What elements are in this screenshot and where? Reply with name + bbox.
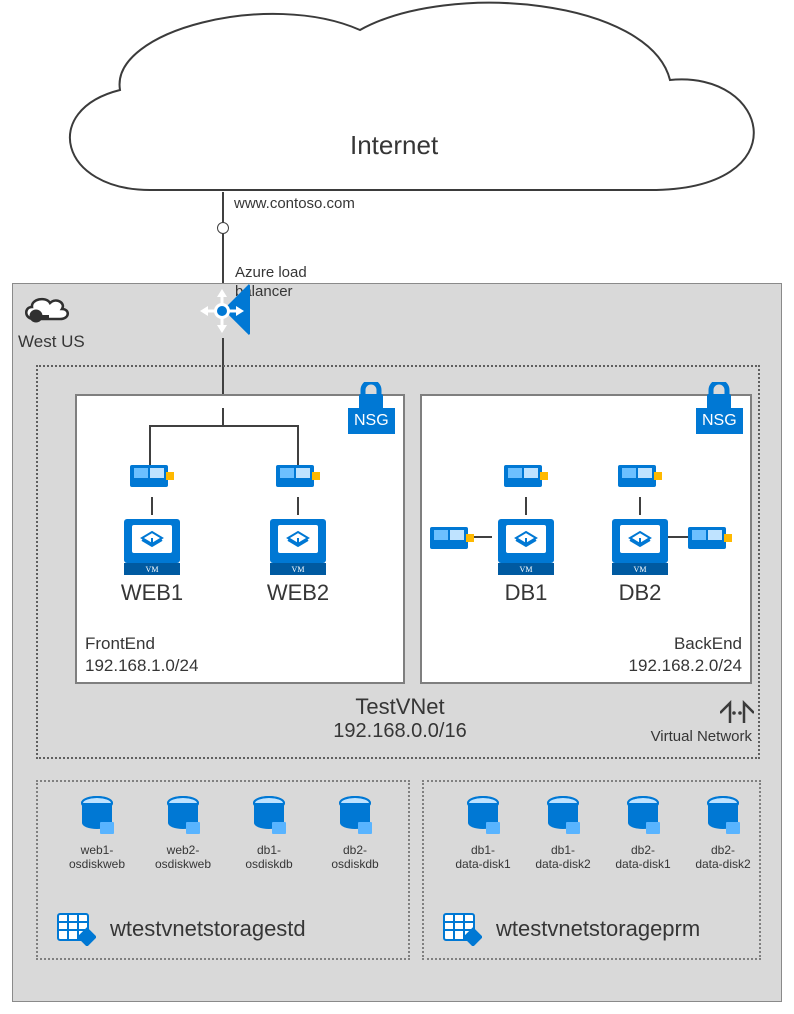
vnet-label: Virtual Network: [651, 728, 752, 745]
storage-std-disks: web1-osdiskweb web2-osdiskweb db1-osdiskdb…: [62, 796, 390, 872]
disk-item: web1-osdiskweb: [62, 796, 132, 872]
vnet-name: TestVNet: [290, 694, 510, 720]
storage-prm-disks: db1-data-disk1 db1-data-disk2 db2-data-dis…: [448, 796, 758, 872]
disk-item: db1-osdiskdb: [234, 796, 304, 872]
storage-std-box: web1-osdiskweb web2-osdiskweb db1-osdiskdb…: [36, 780, 410, 960]
disk-icon: [706, 796, 740, 836]
cloud-label: Internet: [350, 130, 438, 161]
svg-text:VM: VM: [146, 565, 159, 574]
subnet-back-cidr: 192.168.2.0/24: [629, 656, 742, 676]
nic-icon: [430, 524, 474, 552]
connector-cloud-lb: [222, 192, 224, 287]
cloud-icon: [30, 0, 770, 240]
svg-text:VM: VM: [520, 565, 533, 574]
storage-prm-name: wtestvnetstorageprm: [496, 916, 700, 942]
svg-text:VM: VM: [634, 565, 647, 574]
vm-label: WEB1: [112, 580, 192, 606]
vnet-icon: [720, 700, 754, 726]
nsg-label: NSG: [696, 408, 743, 434]
disk-icon: [252, 796, 286, 836]
nsg-backend: NSG: [696, 382, 743, 434]
storage-prm-footer: wtestvnetstorageprm: [442, 912, 700, 946]
vm-web2: VM WEB2: [258, 462, 338, 606]
disk-label: db1-osdiskdb: [234, 843, 304, 872]
disk-label: db2-data-disk1: [608, 843, 678, 872]
domain-label: www.contoso.com: [234, 195, 355, 212]
vm-icon: VM: [124, 519, 180, 575]
disk-label: web1-osdiskweb: [62, 843, 132, 872]
lock-icon: [356, 382, 386, 410]
storage-std-name: wtestvnetstoragestd: [110, 916, 306, 942]
storage-std-footer: wtestvnetstoragestd: [56, 912, 306, 946]
lock-icon: [704, 382, 734, 410]
disk-label: db2-osdiskdb: [320, 843, 390, 872]
loadbalancer-icon: [194, 283, 250, 339]
region-label: West US: [18, 332, 85, 352]
vm-icon: VM: [612, 519, 668, 575]
nsg-label: NSG: [348, 408, 395, 434]
disk-icon: [546, 796, 580, 836]
vm-icon: VM: [498, 519, 554, 575]
public-ip-dot: [217, 222, 229, 234]
nic-icon: [130, 462, 174, 490]
svg-text:VM: VM: [292, 565, 305, 574]
subnet-front-cidr: 192.168.1.0/24: [85, 656, 198, 676]
vnet-cidr: 192.168.0.0/16: [290, 720, 510, 743]
vnet-title-block: TestVNet 192.168.0.0/16: [290, 694, 510, 743]
nic-icon: [276, 462, 320, 490]
disk-item: web2-osdiskweb: [148, 796, 218, 872]
disk-icon: [80, 796, 114, 836]
nic-icon: [688, 524, 732, 552]
nic-icon: [618, 462, 662, 490]
storage-table-icon: [442, 912, 482, 946]
disk-item: db1-data-disk1: [448, 796, 518, 872]
vm-icon: VM: [270, 519, 326, 575]
subnet-front-name: FrontEnd: [85, 634, 155, 654]
disk-icon: [626, 796, 660, 836]
disk-item: db1-data-disk2: [528, 796, 598, 872]
disk-icon: [466, 796, 500, 836]
vm-label: DB1: [486, 580, 566, 606]
vm-db2: VM DB2: [600, 462, 680, 606]
vm-label: DB2: [600, 580, 680, 606]
vm-web1: VM WEB1: [112, 462, 192, 606]
disk-label: db1-data-disk2: [528, 843, 598, 872]
nic-icon: [504, 462, 548, 490]
disk-item: db2-data-disk2: [688, 796, 758, 872]
storage-table-icon: [56, 912, 96, 946]
disk-label: db1-data-disk1: [448, 843, 518, 872]
region-cloud-icon: [22, 293, 70, 329]
disk-icon: [166, 796, 200, 836]
vm-label: WEB2: [258, 580, 338, 606]
disk-item: db2-osdiskdb: [320, 796, 390, 872]
disk-icon: [338, 796, 372, 836]
disk-item: db2-data-disk1: [608, 796, 678, 872]
disk-label: db2-data-disk2: [688, 843, 758, 872]
disk-label: web2-osdiskweb: [148, 843, 218, 872]
connector-db1-nic2: [472, 536, 492, 538]
vm-db1: VM DB1: [486, 462, 566, 606]
storage-prm-box: db1-data-disk1 db1-data-disk2 db2-data-dis…: [422, 780, 761, 960]
nsg-frontend: NSG: [348, 382, 395, 434]
subnet-back-name: BackEnd: [674, 634, 742, 654]
connector-db2-nic2: [668, 536, 688, 538]
